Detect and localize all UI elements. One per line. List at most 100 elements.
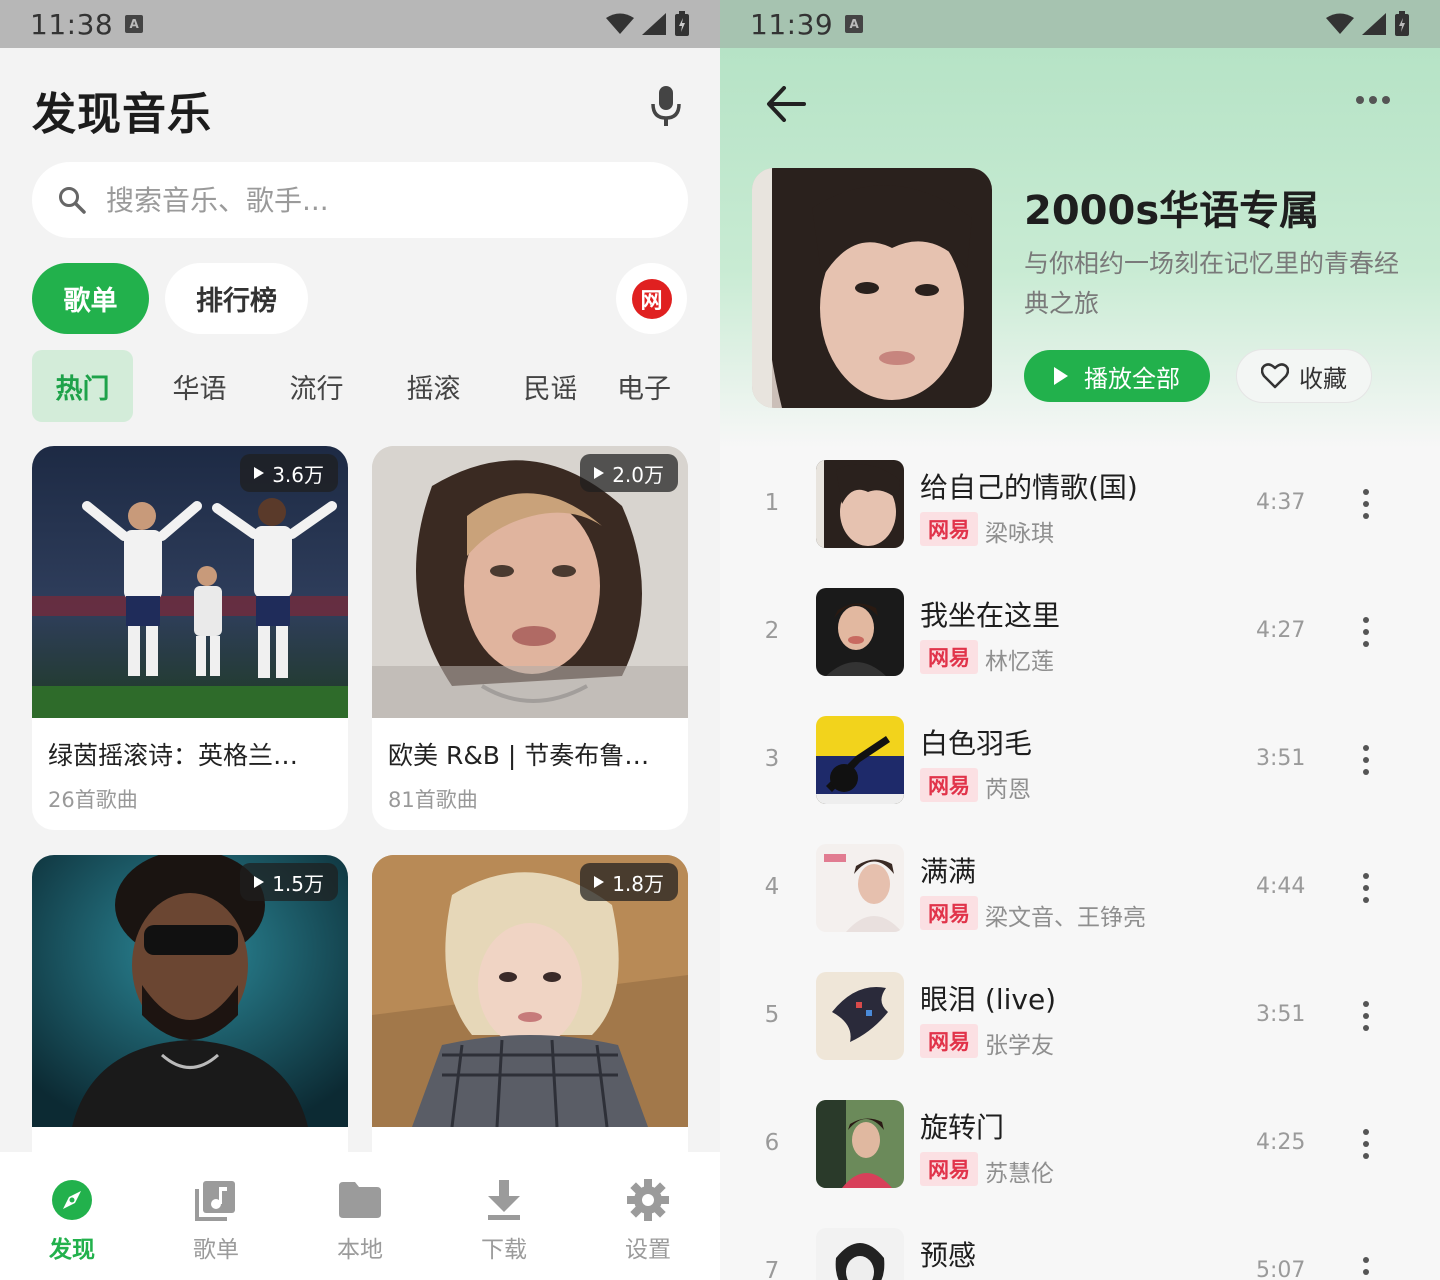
category-hot[interactable]: 热门 [32, 350, 133, 422]
status-time: 11:38 [30, 7, 114, 41]
nav-label: 发现 [49, 1237, 95, 1263]
back-arrow-icon[interactable] [766, 86, 806, 122]
nav-label: 设置 [625, 1237, 671, 1263]
nav-settings[interactable]: 设置 [576, 1152, 720, 1280]
category-electronic[interactable]: 电子 [617, 350, 677, 422]
wifi-icon [1326, 13, 1354, 34]
category-folk[interactable]: 民谣 [500, 350, 601, 422]
song-cover [816, 460, 904, 548]
play-all-button[interactable]: 播放全部 [1024, 350, 1210, 402]
source-tag: 网易 [920, 1024, 978, 1058]
status-time: 11:39 [750, 7, 834, 41]
song-artist: 苏慧伦 [985, 1161, 1054, 1187]
song-more-icon[interactable] [1362, 745, 1370, 775]
category-rock[interactable]: 摇滚 [383, 350, 484, 422]
play-count-badge: 3.6万 [240, 454, 338, 492]
gear-icon [626, 1178, 670, 1222]
song-row[interactable]: 6 旋转门 网易 苏慧伦 4:25 [720, 1080, 1440, 1208]
category-chinese[interactable]: 华语 [149, 350, 250, 422]
song-index: 3 [764, 746, 780, 772]
song-cover [816, 972, 904, 1060]
song-title: 给自己的情歌(国) [920, 471, 1138, 504]
nav-download[interactable]: 下载 [432, 1152, 576, 1280]
playlist-title: 绿茵摇滚诗：英格兰… [48, 741, 299, 770]
playlist-cover: 1.8万 [372, 855, 688, 1127]
play-all-label: 播放全部 [1084, 364, 1180, 393]
song-more-icon[interactable] [1362, 1257, 1370, 1280]
play-icon [254, 467, 265, 479]
playlist-title: 2000s华语专属 [1024, 188, 1320, 234]
wifi-icon [606, 13, 634, 34]
song-row[interactable]: 2 我坐在这里 网易 林忆莲 4:27 [720, 568, 1440, 696]
category-pop[interactable]: 流行 [266, 350, 367, 422]
battery-icon [1395, 11, 1409, 36]
play-icon [1054, 367, 1068, 385]
source-tag: 网易 [920, 768, 978, 802]
battery-icon [675, 11, 689, 36]
song-more-icon[interactable] [1362, 489, 1370, 519]
song-duration: 3:51 [1256, 1002, 1306, 1027]
song-duration: 3:51 [1256, 746, 1306, 771]
song-title: 满满 [920, 855, 977, 888]
nav-playlists[interactable]: 歌单 [144, 1152, 288, 1280]
playlist-cover [752, 168, 992, 408]
song-more-icon[interactable] [1362, 1001, 1370, 1031]
song-duration: 4:37 [1256, 490, 1306, 515]
nav-label: 本地 [337, 1237, 383, 1263]
song-artist: 梁咏琪 [985, 521, 1054, 547]
bottom-navigation: 发现 歌单 本地 下载 设置 [0, 1152, 720, 1280]
playlist-cover: 3.6万 [32, 446, 348, 718]
song-more-icon[interactable] [1362, 1129, 1370, 1159]
playlist-icon [194, 1178, 238, 1222]
source-switch-button[interactable]: 网 [616, 263, 687, 334]
nav-label: 歌单 [193, 1237, 239, 1263]
song-cover [816, 1100, 904, 1188]
playlist-song-count: 81首歌曲 [388, 788, 478, 812]
nav-discover[interactable]: 发现 [0, 1152, 144, 1280]
more-options-icon[interactable] [1356, 96, 1396, 108]
song-index: 1 [764, 490, 780, 516]
playlist-cover: 2.0万 [372, 446, 688, 718]
song-artist: 芮恩 [985, 777, 1031, 803]
song-row[interactable]: 1 给自己的情歌(国) 网易 梁咏琪 4:37 [720, 440, 1440, 568]
playlist-detail-screen: 11:39 A 2000s华语专属 与你相约一场刻在记忆里的青春经典之旅 播放全… [720, 0, 1440, 1280]
play-count-badge: 1.5万 [240, 863, 338, 901]
song-title: 眼泪 (live) [920, 983, 1057, 1016]
microphone-icon[interactable] [648, 84, 684, 128]
playlist-card[interactable]: 3.6万 绿茵摇滚诗：英格兰… 26首歌曲 [32, 446, 348, 830]
song-row[interactable]: 5 眼泪 (live) 网易 张学友 3:51 [720, 952, 1440, 1080]
song-cover [816, 844, 904, 932]
play-icon [594, 467, 605, 479]
search-bar[interactable] [32, 162, 688, 238]
playlist-card[interactable]: 2.0万 欧美 R&B | 节奏布鲁… 81首歌曲 [372, 446, 688, 830]
source-tag: 网易 [920, 640, 978, 674]
song-row[interactable]: 3 白色羽毛 网易 芮恩 3:51 [720, 696, 1440, 824]
song-artist: 林忆莲 [985, 649, 1054, 675]
play-count-badge: 2.0万 [580, 454, 678, 492]
nav-local[interactable]: 本地 [288, 1152, 432, 1280]
play-count: 1.5万 [272, 871, 324, 896]
playlist-description: 与你相约一场刻在记忆里的青春经典之旅 [1024, 249, 1400, 318]
song-row[interactable]: 4 满满 网易 梁文音、王铮亮 4:44 [720, 824, 1440, 952]
song-cover [816, 1228, 904, 1280]
tab-charts[interactable]: 排行榜 [165, 263, 308, 334]
playlist-title: 欧美 R&B | 节奏布鲁… [388, 741, 650, 770]
playlist-cover: 1.5万 [32, 855, 348, 1127]
system-icons [1326, 11, 1410, 37]
source-tag: 网易 [920, 1152, 978, 1186]
nav-label: 下载 [481, 1237, 527, 1263]
favorite-button[interactable]: 收藏 [1236, 349, 1372, 403]
song-index: 5 [764, 1002, 780, 1028]
favorite-label: 收藏 [1299, 364, 1347, 393]
tab-playlists[interactable]: 歌单 [32, 263, 149, 334]
play-icon [254, 876, 265, 888]
source-tag: 网易 [920, 512, 978, 546]
song-cover [816, 588, 904, 676]
song-row[interactable]: 7 预感 5:07 [720, 1208, 1440, 1280]
song-more-icon[interactable] [1362, 617, 1370, 647]
song-more-icon[interactable] [1362, 873, 1370, 903]
signal-icon [1362, 13, 1386, 35]
song-artist: 梁文音、王铮亮 [985, 905, 1146, 931]
search-input[interactable] [106, 183, 646, 217]
discover-screen: 11:38 A 发现音乐 歌单 排行榜 网 热门 华语 流行 摇 [0, 0, 720, 1280]
